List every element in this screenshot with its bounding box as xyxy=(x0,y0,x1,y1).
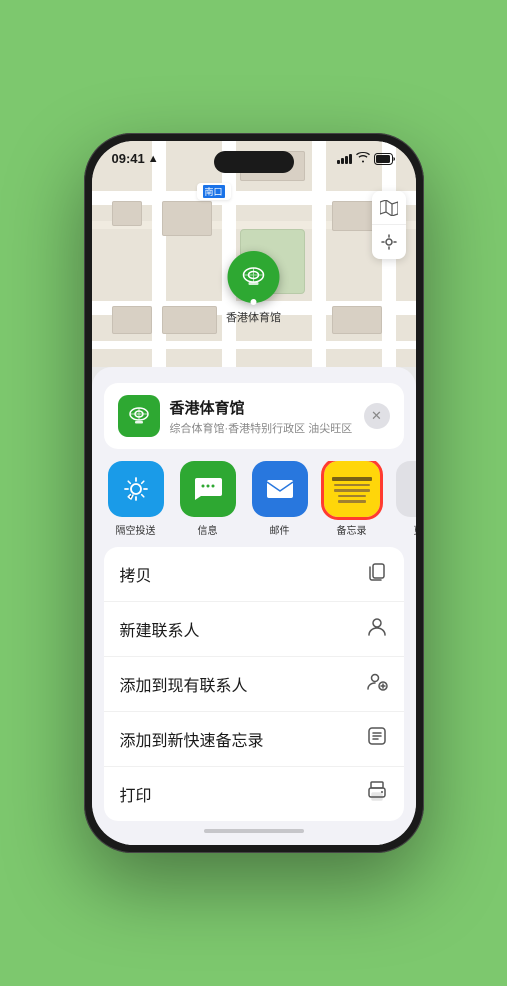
notes-line-1 xyxy=(332,477,372,481)
app-more[interactable]: 更多 xyxy=(392,461,416,537)
apps-row: 隔空投送 信息 xyxy=(92,461,416,537)
action-new-contact[interactable]: 新建联系人 xyxy=(104,602,404,657)
place-icon xyxy=(118,395,160,437)
messages-label: 信息 xyxy=(198,522,218,537)
add-contact-icon xyxy=(366,670,388,698)
add-contact-label: 添加到现有联系人 xyxy=(120,672,248,696)
place-name: 香港体育馆 xyxy=(170,397,354,418)
place-description: 综合体育馆·香港特别行政区 油尖旺区 xyxy=(170,420,354,436)
phone-frame: 09:41 ▲ xyxy=(84,133,424,853)
battery-icon xyxy=(374,153,396,165)
pin-dot xyxy=(251,299,257,305)
action-quick-note[interactable]: 添加到新快速备忘录 xyxy=(104,712,404,767)
home-indicator xyxy=(92,821,416,845)
app-messages[interactable]: 信息 xyxy=(176,461,240,537)
app-mail[interactable]: 邮件 xyxy=(248,461,312,537)
copy-icon xyxy=(366,560,388,588)
new-contact-label: 新建联系人 xyxy=(120,617,200,641)
mail-label: 邮件 xyxy=(270,522,290,537)
action-add-contact[interactable]: 添加到现有联系人 xyxy=(104,657,404,712)
more-icon xyxy=(396,461,416,517)
app-notes[interactable]: 备忘录 xyxy=(320,461,384,537)
quick-note-label: 添加到新快速备忘录 xyxy=(120,727,264,751)
map-label-prefix: 南口 xyxy=(203,185,225,198)
map-controls[interactable] xyxy=(372,191,406,259)
phone-screen: 09:41 ▲ xyxy=(92,141,416,845)
location-icon: ▲ xyxy=(148,153,159,165)
map-area: 南口 xyxy=(92,141,416,367)
app-airdrop[interactable]: 隔空投送 xyxy=(104,461,168,537)
airdrop-icon xyxy=(108,461,164,517)
place-header: 香港体育馆 综合体育馆·香港特别行政区 油尖旺区 ✕ xyxy=(104,383,404,449)
signal-bars xyxy=(337,154,352,164)
print-icon xyxy=(366,780,388,808)
status-icons xyxy=(337,152,396,166)
notes-label: 备忘录 xyxy=(337,522,367,537)
mail-icon xyxy=(252,461,308,517)
dynamic-island xyxy=(214,151,294,173)
map-type-button[interactable] xyxy=(372,191,406,225)
copy-label: 拷贝 xyxy=(120,562,152,586)
print-label: 打印 xyxy=(120,782,152,806)
notes-line-3 xyxy=(334,489,370,492)
location-pin: 香港体育馆 xyxy=(226,251,281,325)
airdrop-label: 隔空投送 xyxy=(116,522,156,537)
new-contact-icon xyxy=(366,615,388,643)
action-print[interactable]: 打印 xyxy=(104,767,404,821)
status-time: 09:41 xyxy=(112,151,145,166)
share-sheet: 香港体育馆 综合体育馆·香港特别行政区 油尖旺区 ✕ xyxy=(92,367,416,845)
place-info: 香港体育馆 综合体育馆·香港特别行政区 油尖旺区 xyxy=(170,397,354,436)
map-label: 南口 xyxy=(197,183,231,200)
notes-line-5 xyxy=(338,500,366,503)
pin-circle xyxy=(228,251,280,303)
pin-label: 香港体育馆 xyxy=(226,309,281,325)
notes-line-4 xyxy=(338,495,366,498)
quick-note-icon xyxy=(366,725,388,753)
close-button[interactable]: ✕ xyxy=(364,403,390,429)
action-copy[interactable]: 拷贝 xyxy=(104,547,404,602)
notes-icon xyxy=(324,461,380,517)
home-bar xyxy=(204,829,304,833)
more-label: 更多 xyxy=(414,522,416,537)
location-button[interactable] xyxy=(372,225,406,259)
messages-icon xyxy=(180,461,236,517)
action-list: 拷贝 新建联系人 xyxy=(104,547,404,821)
notes-line-2 xyxy=(334,484,370,487)
wifi-icon xyxy=(356,152,370,166)
